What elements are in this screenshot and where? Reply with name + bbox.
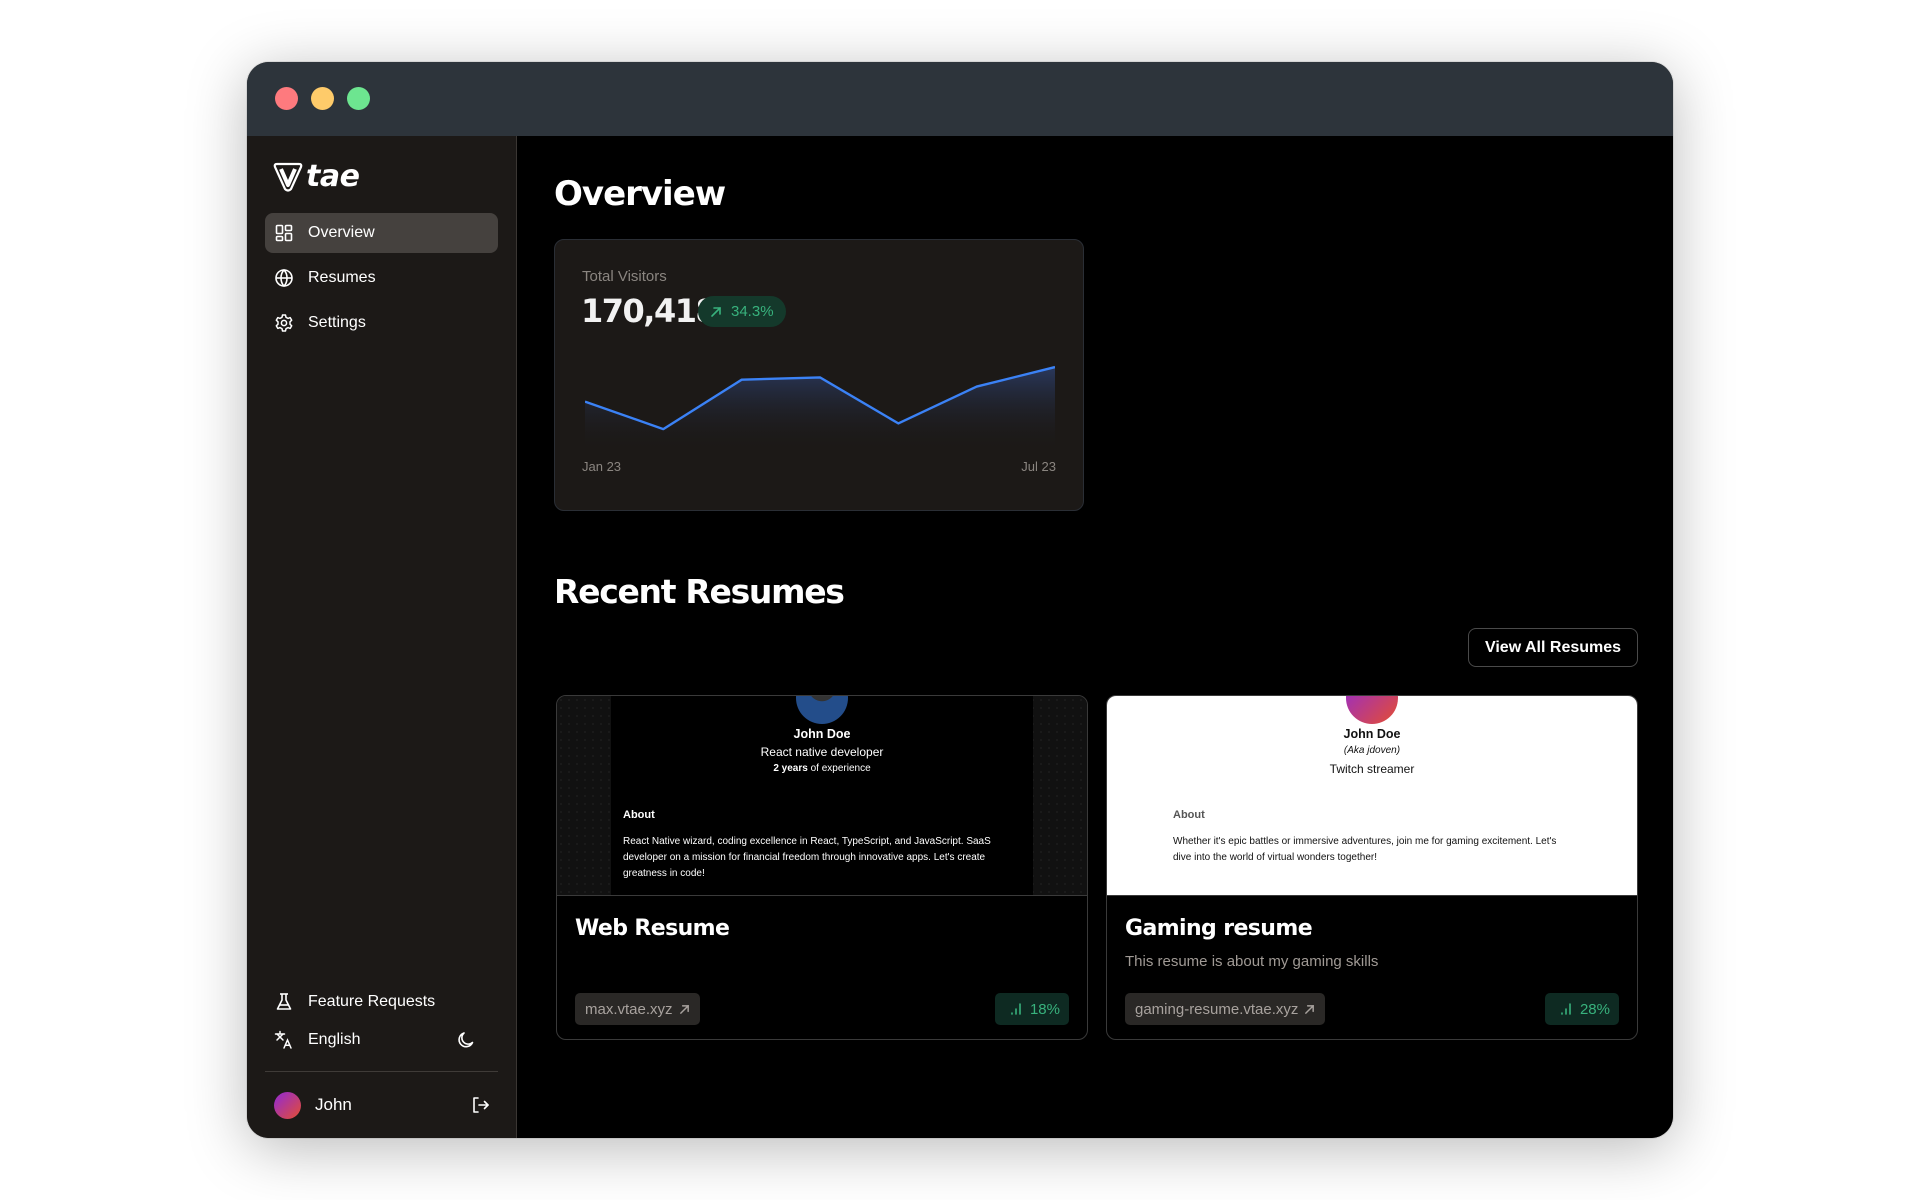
bar-chart-icon xyxy=(1561,1003,1571,1015)
arrow-up-right-icon xyxy=(711,306,721,317)
resume-title: Web Resume xyxy=(575,916,730,941)
sidebar-nav: Overview Resumes Settings xyxy=(265,213,498,348)
translate-icon xyxy=(274,1030,292,1049)
logout-icon[interactable] xyxy=(470,1095,490,1115)
sidebar-item-settings[interactable]: Settings xyxy=(265,303,498,343)
preview-avatar xyxy=(796,696,848,724)
resume-link[interactable]: max.vtae.xyz xyxy=(575,993,700,1025)
logo-mark-icon xyxy=(273,162,303,192)
x-tick-label: Jan 23 xyxy=(582,459,622,474)
title-bar xyxy=(247,62,1673,136)
user-profile[interactable]: John xyxy=(265,1072,498,1138)
resume-stat-value: 28% xyxy=(1579,1000,1610,1018)
preview-experience: 2 years of experience xyxy=(611,763,1033,774)
stat-label: Total Visitors xyxy=(582,268,667,285)
sidebar-item-resumes[interactable]: Resumes xyxy=(265,258,498,298)
moon-icon[interactable] xyxy=(456,1030,476,1050)
resume-link-text: max.vtae.xyz xyxy=(585,1000,673,1018)
main-content: Overview Total Visitors 170,418 34.3% Ja… xyxy=(518,136,1673,1138)
globe-icon xyxy=(275,268,293,288)
sidebar-footer: Feature Requests English John xyxy=(265,983,498,1138)
change-value: 34.3% xyxy=(731,303,774,320)
logo-text: tae xyxy=(306,159,360,194)
sidebar-item-label: Overview xyxy=(308,224,375,241)
preview-avatar xyxy=(1346,696,1398,724)
grid-icon xyxy=(275,224,293,242)
language-selector[interactable]: English xyxy=(265,1021,498,1059)
language-label: English xyxy=(308,1031,361,1048)
resume-preview[interactable]: John Doe (Aka jdoven) Twitch streamer Ab… xyxy=(1107,696,1637,896)
logo[interactable]: tae xyxy=(273,159,360,194)
view-all-resumes-button[interactable]: View All Resumes xyxy=(1468,628,1638,667)
preview-page: John Doe React native developer 2 years … xyxy=(611,696,1033,895)
sidebar-item-overview[interactable]: Overview xyxy=(265,213,498,253)
sidebar-item-label: Settings xyxy=(308,314,366,331)
gear-icon xyxy=(275,314,293,332)
preview-about-title: About xyxy=(1173,809,1205,821)
minimize-window-button[interactable] xyxy=(311,87,334,110)
resume-stat-badge: 28% xyxy=(1544,993,1619,1025)
preview-alias: (Aka jdoven) xyxy=(1343,745,1401,756)
resume-link[interactable]: gaming-resume.vtae.xyz xyxy=(1125,993,1326,1025)
preview-name: John Doe xyxy=(793,727,851,741)
sidebar: tae Overview Resumes Settings Feature Re… xyxy=(247,136,517,1138)
preview-role: React native developer xyxy=(760,745,884,759)
external-link-icon xyxy=(679,1004,689,1014)
external-link-icon xyxy=(1305,1004,1315,1014)
preview-about-title: About xyxy=(623,809,655,821)
preview-experience-rest: of experience xyxy=(807,763,871,774)
resume-link-text: gaming-resume.vtae.xyz xyxy=(1135,1000,1299,1018)
bar-chart-icon xyxy=(1011,1003,1021,1015)
preview-role: Twitch streamer xyxy=(1329,762,1415,776)
zoom-window-button[interactable] xyxy=(347,87,370,110)
close-window-button[interactable] xyxy=(275,87,298,110)
recent-resumes-heading: Recent Resumes xyxy=(554,572,845,611)
resume-description: This resume is about my gaming skills xyxy=(1125,953,1379,970)
preview-experience-years: 2 years xyxy=(773,763,808,774)
resume-preview[interactable]: John Doe React native developer 2 years … xyxy=(557,696,1087,896)
feature-requests-label: Feature Requests xyxy=(308,993,436,1010)
preview-about-text: React Native wizard, coding excellence i… xyxy=(623,836,991,879)
user-name: John xyxy=(315,1095,352,1114)
total-visitors-card: Total Visitors 170,418 34.3% Jan 23 Jul … xyxy=(554,239,1084,511)
resume-stat-value: 18% xyxy=(1029,1000,1060,1018)
preview-name: John Doe xyxy=(1343,727,1401,741)
app-window: tae Overview Resumes Settings Feature Re… xyxy=(247,62,1673,1138)
resume-card[interactable]: John Doe React native developer 2 years … xyxy=(556,695,1088,1040)
sparkline-area xyxy=(585,367,1055,451)
preview-about-text: Whether it's epic battles or immersive a… xyxy=(1173,836,1557,863)
avatar[interactable] xyxy=(274,1091,301,1119)
x-tick-label: Jul 23 xyxy=(1021,459,1056,474)
resume-card[interactable]: John Doe (Aka jdoven) Twitch streamer Ab… xyxy=(1106,695,1638,1040)
visitors-sparkline xyxy=(585,365,1055,451)
page-title: Overview xyxy=(554,174,726,214)
change-badge: 34.3% xyxy=(698,296,786,327)
resume-title: Gaming resume xyxy=(1125,916,1313,941)
feature-requests-link[interactable]: Feature Requests xyxy=(265,983,498,1021)
stat-value: 170,418 xyxy=(581,292,718,330)
flask-icon xyxy=(276,993,292,1010)
resume-stat-badge: 18% xyxy=(994,993,1069,1025)
sidebar-item-label: Resumes xyxy=(308,269,376,286)
